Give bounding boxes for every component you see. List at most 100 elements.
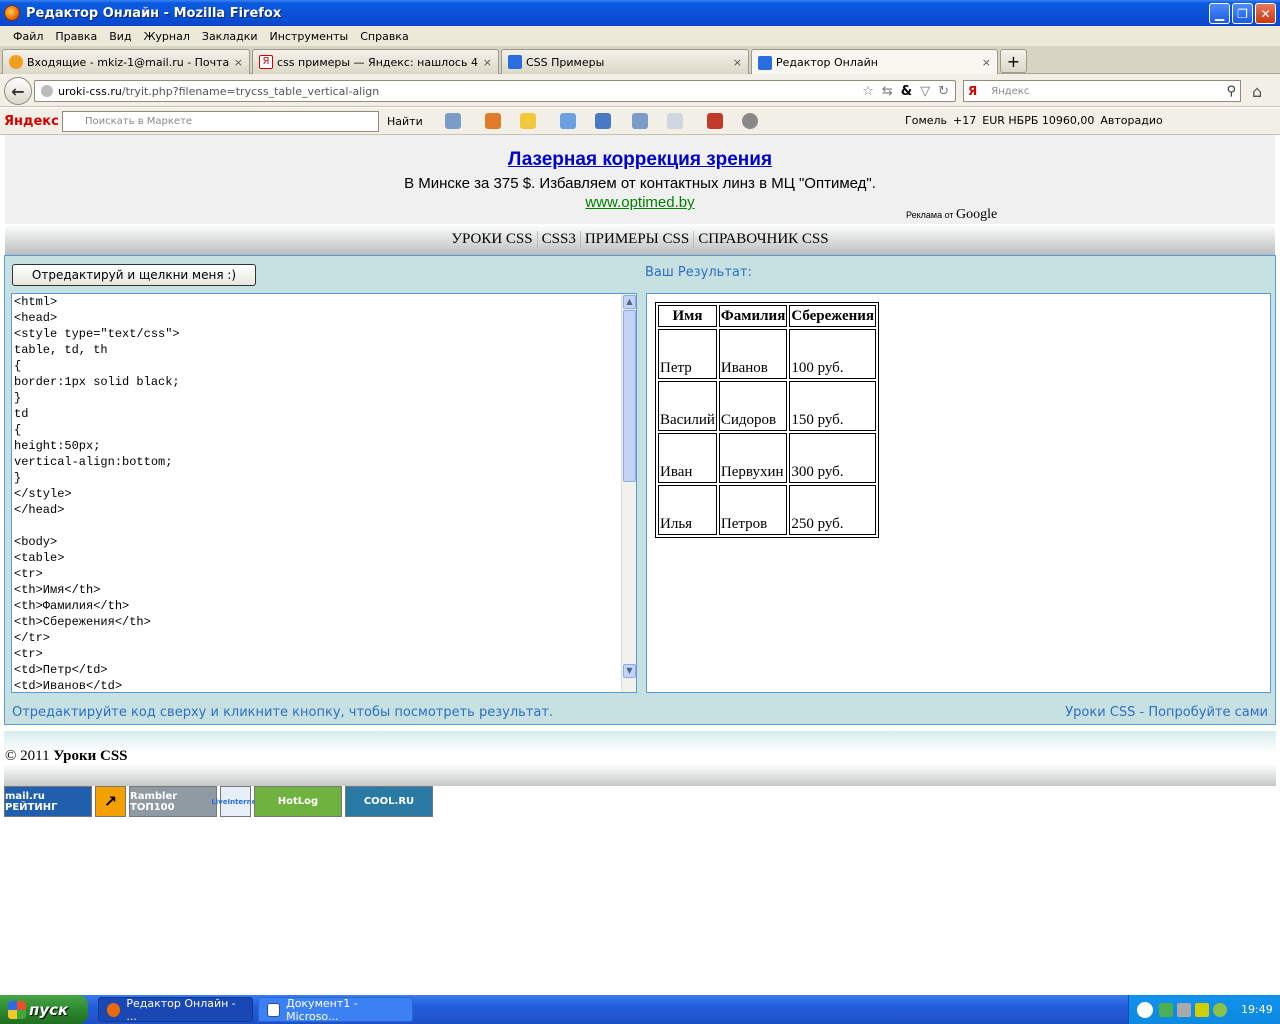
menu-view[interactable]: Вид <box>103 30 137 43</box>
scroll-thumb[interactable] <box>623 310 636 482</box>
nav-css-lessons[interactable]: УРОКИ CSS <box>447 231 538 248</box>
home-icon[interactable]: ⌂ <box>1252 82 1262 101</box>
menu-file[interactable]: Файл <box>7 30 49 43</box>
menu-edit[interactable]: Правка <box>49 30 103 43</box>
new-tab-button[interactable]: + <box>1000 49 1027 73</box>
ad-url-link[interactable]: www.optimed.by <box>5 194 1275 211</box>
ads-by-google[interactable]: Реклама от Google <box>906 207 997 223</box>
scroll-down-icon[interactable]: ▼ <box>623 664 636 678</box>
close-tab-icon[interactable]: × <box>982 56 991 69</box>
result-frame: Имя Фамилия Сбережения Петр Иванов 100 р… <box>646 293 1271 693</box>
yandex-widgets: Гомель +17 EUR НБРБ 10960,00 Авторадио <box>905 114 1163 127</box>
currency-widget[interactable]: EUR НБРБ 10960,00 <box>982 114 1094 127</box>
close-tab-icon[interactable]: × <box>483 56 492 69</box>
market-search-input[interactable]: Поискать в Маркете <box>62 111 379 132</box>
menu-history[interactable]: Журнал <box>138 30 196 43</box>
start-button[interactable]: пуск <box>0 995 88 1024</box>
table-cell: Илья <box>658 485 717 535</box>
tryit-footer-link[interactable]: Уроки CSS - Попробуйте сами <box>1065 705 1268 720</box>
hotlog-counter[interactable]: HotLog <box>254 786 342 817</box>
comment-icon[interactable] <box>667 113 683 129</box>
menu-help[interactable]: Справка <box>354 30 414 43</box>
close-tab-icon[interactable]: × <box>234 56 243 69</box>
minimize-button[interactable]: ▁ <box>1209 3 1230 24</box>
system-tray: 19:49 <box>1128 995 1280 1024</box>
back-button[interactable]: ← <box>4 77 32 105</box>
css-site-icon <box>758 55 772 70</box>
search-box[interactable]: Я Яндекс ⚲ <box>963 80 1241 102</box>
bookmarks-toolbar-icon[interactable] <box>485 113 501 129</box>
volume-icon[interactable] <box>1195 1002 1209 1017</box>
site-navigation: УРОКИ CSS CSS3 ПРИМЕРЫ CSS СПРАВОЧНИК CS… <box>5 224 1275 255</box>
bookmark-star-icon[interactable]: ☆ <box>862 84 874 99</box>
windows-taskbar: пуск Редактор Онлайн - ... Документ1 - M… <box>0 995 1280 1024</box>
maximize-button[interactable]: ❐ <box>1232 3 1253 24</box>
clock[interactable]: 19:49 <box>1241 1003 1273 1016</box>
security-icon[interactable] <box>1213 1002 1227 1017</box>
code-textarea[interactable]: <html> <head> <style type="text/css"> ta… <box>11 293 637 693</box>
tab-yandex-search[interactable]: Я css примеры — Яндекс: нашлось 4 млн ..… <box>252 49 499 74</box>
scroll-up-icon[interactable]: ▲ <box>623 295 636 309</box>
run-button[interactable]: Отредактируй и щелкни меня :) <box>12 264 256 286</box>
word-icon <box>267 1002 281 1017</box>
nav-css-reference[interactable]: СПРАВОЧНИК CSS <box>694 231 832 248</box>
nav-css3[interactable]: CSS3 <box>538 231 581 248</box>
menu-tools[interactable]: Инструменты <box>264 30 355 43</box>
address-bar[interactable]: uroki-css.ru /tryit.php?filename=trycss_… <box>34 80 956 102</box>
find-button[interactable]: Найти <box>387 115 423 128</box>
firefox-icon <box>4 5 20 21</box>
table-cell: Василий <box>658 381 717 431</box>
city-widget[interactable]: Гомель <box>905 114 947 127</box>
rambler-top100-counter[interactable]: Rambler ТОП100 <box>129 786 217 817</box>
taskbar-item-word[interactable]: Документ1 - Microso... <box>258 997 413 1023</box>
tray-app-icon[interactable] <box>1177 1002 1191 1017</box>
page-viewport: Лазерная коррекция зрения В Минске за 37… <box>0 135 1280 995</box>
settings-gear-icon[interactable] <box>742 113 758 129</box>
result-table: Имя Фамилия Сбережения Петр Иванов 100 р… <box>655 302 880 538</box>
apps-icon[interactable] <box>707 113 723 129</box>
tab-online-editor[interactable]: Редактор Онлайн × <box>751 49 998 75</box>
menu-bookmarks[interactable]: Закладки <box>196 30 264 43</box>
code-scrollbar[interactable]: ▲ ▼ <box>621 294 636 692</box>
weather-widget[interactable]: +17 <box>953 114 976 127</box>
mailru-rating-counter[interactable]: mail.ru РЕЙТИНГ <box>4 786 92 817</box>
radio-widget[interactable]: Авторадио <box>1100 114 1162 127</box>
ampersand-icon[interactable]: & <box>901 84 912 99</box>
mail-icon <box>9 55 23 69</box>
dropdown-icon[interactable]: ▽ <box>920 84 930 99</box>
copyright: © 2011 Уроки CSS <box>4 731 1276 786</box>
code-content[interactable]: <html> <head> <style type="text/css"> ta… <box>14 294 180 692</box>
taskbar-item-firefox[interactable]: Редактор Онлайн - ... <box>98 997 253 1023</box>
mail-toolbar-icon[interactable] <box>445 113 461 129</box>
close-window-button[interactable]: ✕ <box>1255 3 1276 24</box>
coolru-counter[interactable]: COOL.RU <box>345 786 433 817</box>
ad-text: В Минске за 375 $. Избавляем от контактн… <box>404 175 876 192</box>
tray-expand-icon[interactable] <box>1137 1001 1153 1018</box>
clipboard-icon[interactable] <box>632 113 648 129</box>
tab-bar: Входящие - mkiz-1@mail.ru - Почта Mail..… <box>0 46 1280 75</box>
tab-css-examples[interactable]: CSS Примеры × <box>501 49 749 74</box>
nav-css-examples[interactable]: ПРИМЕРЫ CSS <box>581 231 695 248</box>
result-label: Ваш Результат: <box>645 265 752 280</box>
search-icon[interactable]: ⚲ <box>1226 84 1236 99</box>
address-bar-icons: ☆ ⇆ & ▽ ↻ <box>862 84 949 99</box>
translate-icon[interactable]: ⇆ <box>882 84 893 99</box>
tab-mail[interactable]: Входящие - mkiz-1@mail.ru - Почта Mail..… <box>2 49 250 74</box>
window-title: Редактор Онлайн - Mozilla Firefox <box>26 5 282 21</box>
close-tab-icon[interactable]: × <box>733 56 742 69</box>
translate-toolbar-icon[interactable] <box>595 113 611 129</box>
table-cell: Иванов <box>718 329 788 379</box>
copyright-prefix: © 2011 <box>5 748 54 764</box>
reload-icon[interactable]: ↻ <box>938 84 949 99</box>
yandex-brand[interactable]: Яндекс <box>4 114 59 129</box>
network-icon[interactable] <box>1159 1002 1173 1017</box>
ad-title-link[interactable]: Лазерная коррекция зрения <box>5 149 1275 171</box>
table-row: Василий Сидоров 150 руб. <box>658 381 877 431</box>
market-search-placeholder: Поискать в Маркете <box>85 116 193 127</box>
yandex-icon: Я <box>259 55 273 69</box>
arrow-counter[interactable]: ↗ <box>95 786 126 817</box>
liveinternet-counter[interactable]: LiveInternet <box>211 786 260 817</box>
spellcheck-icon[interactable] <box>560 113 576 129</box>
favorites-star-icon[interactable] <box>520 113 536 129</box>
google-logo: Google <box>956 207 998 222</box>
